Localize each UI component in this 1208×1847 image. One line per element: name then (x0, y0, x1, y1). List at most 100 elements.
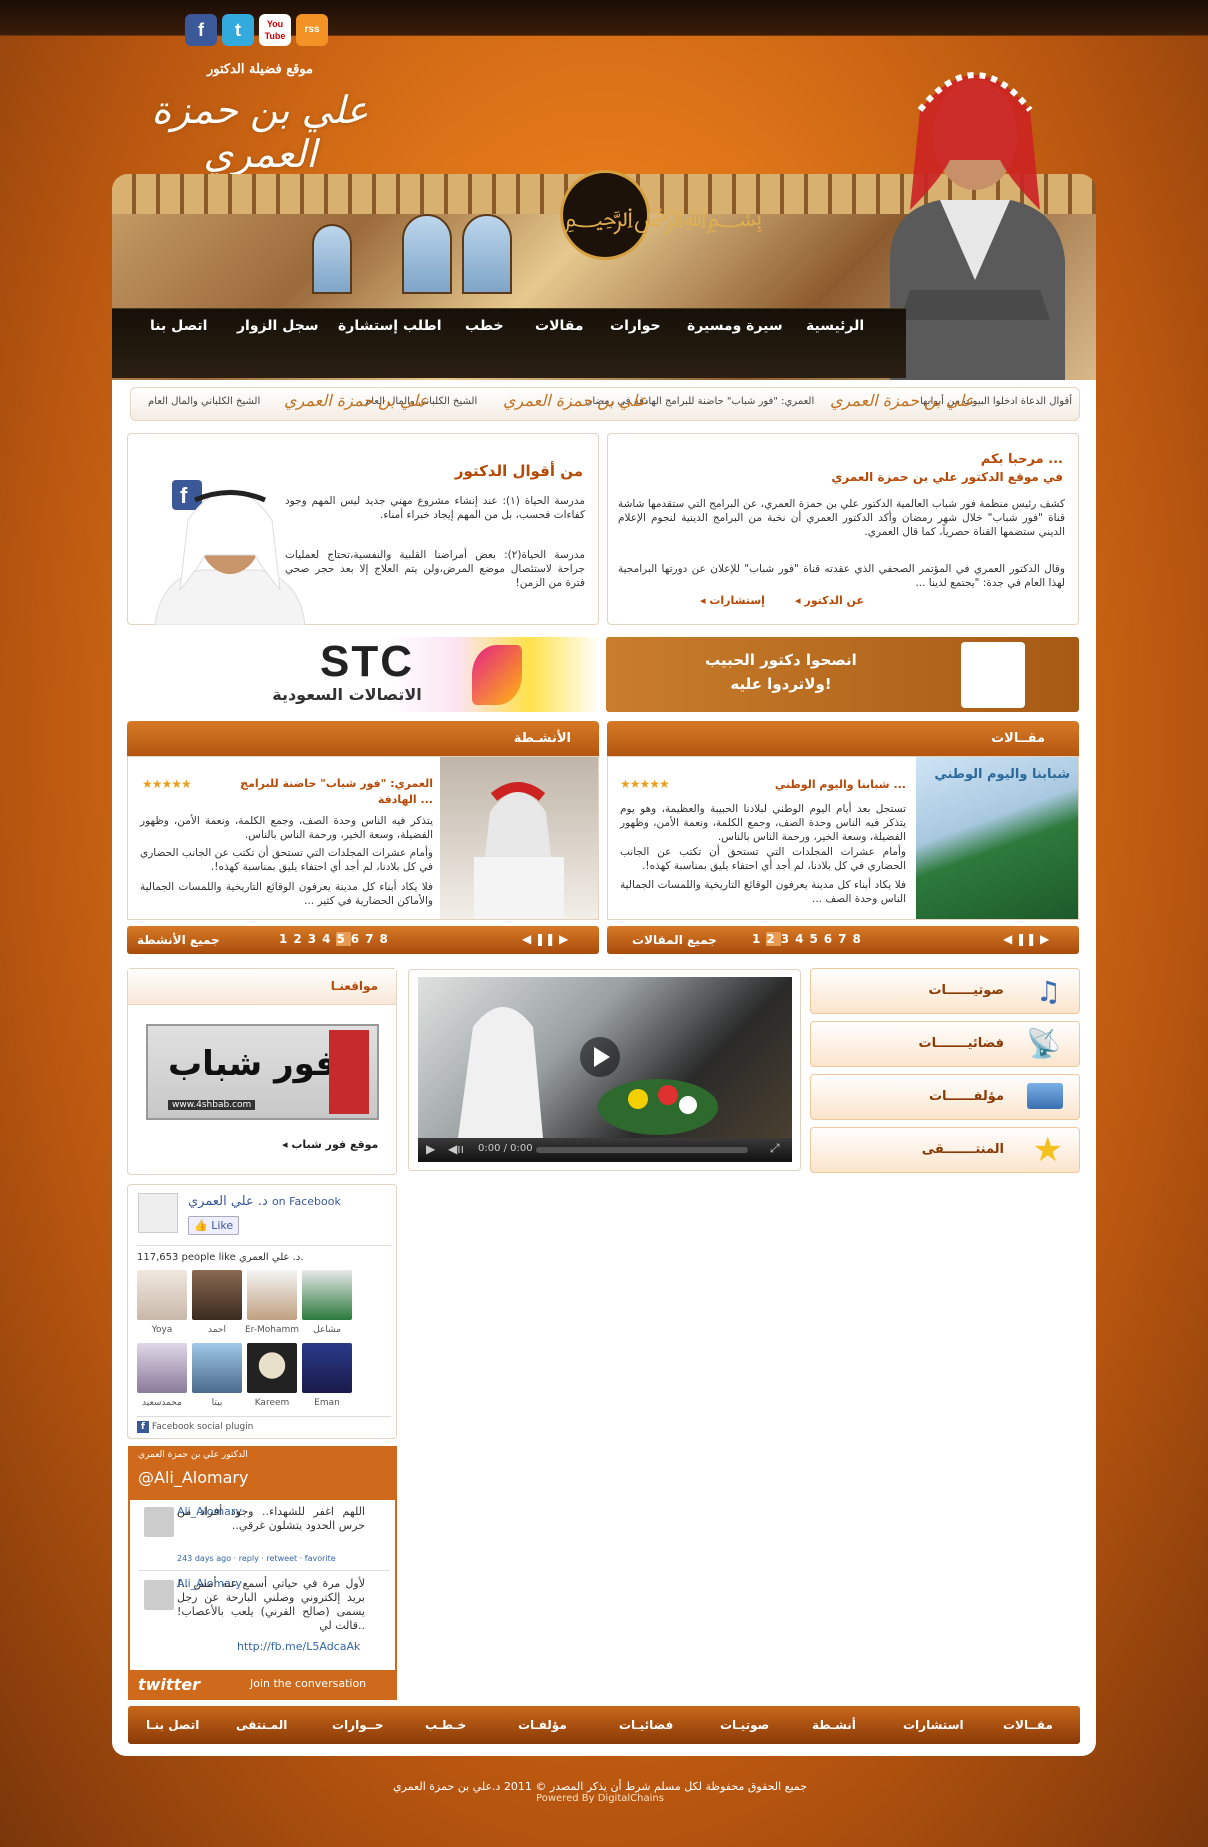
youtube-icon[interactable]: You Tube (259, 14, 291, 46)
facebook-page-avatar[interactable] (138, 1193, 178, 1233)
fan-name[interactable]: محمدسعيد (134, 1398, 190, 1408)
article-text: تستجل بعد أيام اليوم الوطني لبلادنا الحب… (620, 803, 906, 843)
fan-avatar[interactable] (137, 1343, 187, 1393)
advice-portrait (961, 642, 1025, 708)
tweet-avatar[interactable] (144, 1580, 174, 1610)
fan-name[interactable]: أحمد (189, 1325, 245, 1335)
quotes-title: من أقوال الدكتور (454, 462, 583, 480)
footer-nav-item[interactable]: حــوارات (332, 1718, 384, 1732)
copyright: جميع الحقوق محفوظة لكل مسلم شرط أن يذكر … (300, 1780, 900, 1804)
facebook-icon[interactable]: f (185, 14, 217, 46)
tab-tv[interactable]: فضائيـــــــات 📡 (810, 1021, 1080, 1067)
facebook-page-name[interactable]: د. علي العمري on Facebook (188, 1194, 341, 1209)
stc-banner[interactable]: STC الاتصالات السعودية (127, 637, 600, 712)
nav-contact[interactable]: اتصل بنا (150, 318, 207, 340)
fullscreen-icon[interactable]: ⤢ (770, 1141, 780, 1156)
quote-text: مدرسة الحياة (١): عند إنشاء مشروع مهني ج… (285, 495, 586, 521)
facebook-plugin-note[interactable]: f Facebook social plugin (137, 1421, 253, 1433)
articles-pages[interactable]: 12345678 (752, 932, 867, 946)
nav-articles[interactable]: مقالات (535, 318, 584, 340)
fan-avatar[interactable] (302, 1270, 352, 1320)
nav-guestbook[interactable]: سجل الزوار (237, 318, 319, 340)
pager-controls[interactable]: ◀ ❚❚ ▶ (522, 932, 568, 946)
tab-selected[interactable]: المنتـــــــقى ★ (810, 1127, 1080, 1173)
tab-books[interactable]: مؤلفــــــات (810, 1074, 1080, 1120)
fan-avatar[interactable] (302, 1343, 352, 1393)
stc-swoosh (472, 645, 522, 705)
window-shape (462, 214, 512, 294)
nav-biography[interactable]: سيرة ومسيرة (687, 318, 783, 340)
tab-audio[interactable]: صوتيــــــات ♫ (810, 968, 1080, 1014)
nav-interviews[interactable]: حوارات (610, 318, 661, 340)
footer-nav-item[interactable]: مقــالات (1003, 1718, 1053, 1732)
consult-link[interactable]: ◂ إستشارات (700, 594, 765, 607)
video-screen[interactable] (418, 977, 792, 1138)
4shbab-banner[interactable]: فور شباب www.4shbab.com (146, 1024, 379, 1120)
article-title[interactable]: شبابنا واليوم الوطني ... (760, 778, 906, 791)
tweet-text: لأول مرة في حياتي أسمع عنه أمس ..! بريد … (177, 1577, 365, 1632)
fan-avatar[interactable] (137, 1270, 187, 1320)
footer-nav-item[interactable]: استشارات (903, 1718, 964, 1732)
music-note-icon: ♫ (1035, 975, 1061, 1008)
twitter-icon[interactable]: t (222, 14, 254, 46)
footer-nav-item[interactable]: مؤلفـات (518, 1718, 567, 1732)
join-conversation-link[interactable]: Join the conversation (250, 1677, 366, 1690)
all-activities-link[interactable]: جميع الأنشطة (137, 933, 220, 947)
antenna-icon: 📡 (1026, 1027, 1061, 1060)
ticker-logo: علي بن حمزة العمري (830, 391, 975, 410)
stc-arabic: الاتصالات السعودية (272, 685, 422, 704)
nav-consultation[interactable]: اطلب إستشارة (338, 318, 442, 340)
fan-name[interactable]: Kareem (244, 1398, 300, 1408)
pager-controls[interactable]: ◀ ❚❚ ▶ (1003, 932, 1049, 946)
footer-nav-item[interactable]: المـنتقى (236, 1718, 287, 1732)
ticker-item[interactable]: الشيخ الكلباني والمال العام (148, 396, 260, 407)
facebook-like-button[interactable]: 👍 Like (188, 1216, 240, 1235)
all-articles-link[interactable]: جميع المقالات (632, 933, 717, 947)
rating-stars: ★★★★★ (142, 777, 192, 791)
seek-bar[interactable] (536, 1147, 748, 1153)
video-controls: ▶ ◀ıı 0:00 / 0:00 ⤢ (418, 1138, 792, 1162)
activity-text: وأمام عشرات المجلدات التي تستحق أن تكتب … (140, 847, 433, 873)
fan-avatar[interactable] (192, 1270, 242, 1320)
footer-nav-item[interactable]: خـطـب (425, 1718, 466, 1732)
ticker-logo: علي بن حمزة العمري (284, 391, 429, 410)
footer-nav-item[interactable]: أنشـطة (812, 1718, 856, 1732)
facebook-icon: f (137, 1421, 149, 1433)
activity-title[interactable]: العمري: "فور شباب" حاضنة للبرامج الهادفة… (225, 776, 433, 808)
volume-icon[interactable]: ◀ıı (448, 1142, 464, 1156)
play-icon[interactable]: ▶ (426, 1142, 435, 1156)
fan-avatar[interactable] (192, 1343, 242, 1393)
fan-name[interactable]: مشاعل (299, 1325, 355, 1335)
fan-name[interactable]: Eman (299, 1398, 355, 1408)
4shbab-mark (329, 1030, 369, 1114)
ticker-logo: علي بن حمزة العمري (503, 391, 648, 410)
article-image[interactable]: شبابنا واليوم الوطني (916, 757, 1078, 919)
nav-home[interactable]: الرئيسية (806, 318, 864, 340)
monitor-icon (1027, 1083, 1063, 1109)
about-link[interactable]: ◂ عن الدكتور (795, 594, 864, 607)
footer-nav-item[interactable]: صوتيـات (720, 1718, 769, 1732)
activities-pages[interactable]: 12345678 (279, 932, 394, 946)
tweet-meta[interactable]: 243 days ago · reply · retweet · favorit… (177, 1554, 336, 1563)
logo-subtitle: موقع فضيلة الدكتور (206, 62, 314, 77)
fan-name[interactable]: Er-Mohamm (244, 1325, 300, 1335)
fan-name[interactable]: بيتا (189, 1398, 245, 1408)
article-text: فلا يكاد أبناء كل مدينة يعرفون الوقائع ا… (620, 879, 906, 905)
fan-avatar[interactable] (247, 1270, 297, 1320)
rss-icon[interactable]: rss (296, 14, 328, 46)
twitter-footer: twitter Join the conversation (128, 1670, 397, 1700)
fan-name[interactable]: Yoya (134, 1325, 190, 1335)
divider (138, 1570, 390, 1571)
footer-nav-item[interactable]: اتصل بنـا (146, 1718, 199, 1732)
advice-banner[interactable]: انصحوا دكتور الحبيب ولاتردوا عليه! (606, 637, 1079, 712)
nav-sermons[interactable]: خطب (465, 318, 504, 340)
site-logo[interactable]: علي بن حمزة العمري (140, 88, 380, 176)
fan-avatar[interactable] (247, 1343, 297, 1393)
tweet-link[interactable]: http://fb.me/L5AdcaAk (237, 1640, 360, 1653)
powered-by[interactable]: Powered By DigitalChains (300, 1793, 900, 1804)
activity-text: فلا يكاد أبناء كل مدينة يعرفون الوقائع ا… (140, 881, 433, 907)
footer-nav-item[interactable]: فضائيـات (619, 1718, 673, 1732)
activity-image[interactable] (440, 757, 598, 919)
tweet-avatar[interactable] (144, 1507, 174, 1537)
4shbab-link[interactable]: ◂ موقع فور شباب (282, 1138, 378, 1151)
